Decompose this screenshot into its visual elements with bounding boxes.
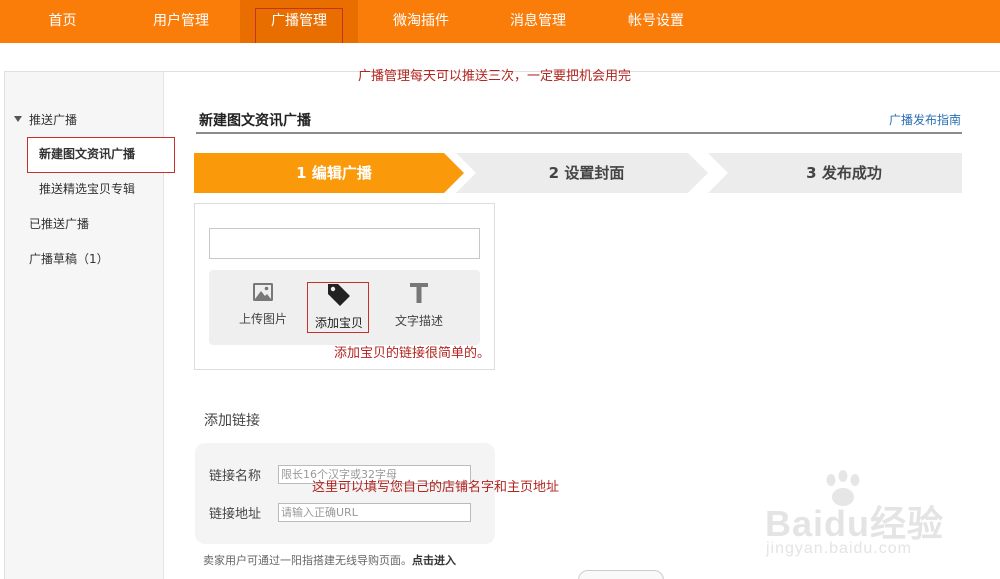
broadcast-title-input[interactable] [209, 228, 480, 259]
sidebar-item-pushed[interactable]: 已推送广播 [29, 215, 89, 232]
sidebar-item-drafts[interactable]: 广播草稿（1） [29, 250, 109, 267]
link-url-label: 链接地址 [209, 507, 262, 522]
text-description-label: 文字描述 [394, 314, 443, 328]
nav-item-user-management[interactable]: 用户管理 [140, 0, 222, 43]
bottom-toggle[interactable] [578, 570, 664, 579]
watermark-url: jingyan.baidu.com [766, 540, 912, 557]
nav-item-account-settings[interactable]: 帐号设置 [615, 0, 697, 43]
add-item-label: 添加宝贝 [314, 316, 363, 330]
link-url-input[interactable] [278, 503, 471, 522]
text-icon [410, 283, 428, 303]
add-item-button[interactable]: 添加宝贝 [309, 282, 369, 331]
annotation-top: 广播管理每天可以推送三次，一定要把机会用完 [358, 69, 632, 84]
text-description-button[interactable]: 文字描述 [389, 282, 449, 329]
sidebar-item-new-broadcast[interactable]: 新建图文资讯广播 [27, 137, 175, 173]
nav-item-broadcast-management[interactable]: 广播管理 [240, 0, 358, 43]
footer-note-text: 卖家用户可通过一阳指搭建无线导购页面。 [203, 554, 412, 567]
annotation-link-fields: 这里可以填写您自己的店铺名字和主页地址 [312, 480, 560, 495]
upload-image-label: 上传图片 [238, 312, 287, 326]
step-indicator: 1 编辑广播 2 设置封面 3 发布成功 [194, 153, 962, 193]
step-2: 2 设置封面 [548, 164, 625, 182]
nav-item-home[interactable]: 首页 [25, 0, 100, 43]
broadcast-guide-link[interactable]: 广播发布指南 [889, 111, 961, 128]
footer-enter-link[interactable]: 点击进入 [412, 554, 456, 567]
image-icon [253, 283, 273, 301]
sidebar-group-push-broadcast[interactable]: 推送广播 [29, 111, 77, 128]
footer-note: 卖家用户可通过一阳指搭建无线导购页面。点击进入 [203, 552, 456, 568]
link-name-label: 链接名称 [209, 469, 262, 484]
page-title: 新建图文资讯广播 [199, 113, 311, 129]
top-nav-bar: 首页 用户管理 广播管理 微淘插件 消息管理 帐号设置 [0, 0, 1000, 43]
step-1: 1 编辑广播 [296, 164, 372, 182]
title-divider [196, 132, 962, 134]
upload-image-button[interactable]: 上传图片 [233, 282, 293, 327]
step-3: 3 发布成功 [806, 164, 882, 182]
tag-icon [328, 284, 350, 306]
add-link-title: 添加链接 [204, 413, 260, 429]
annotation-add-item: 添加宝贝的链接很简单的。 [334, 346, 491, 361]
sidebar-item-push-album[interactable]: 推送精选宝贝专辑 [39, 180, 135, 197]
nav-item-message-management[interactable]: 消息管理 [497, 0, 579, 43]
nav-item-weitao-plugin[interactable]: 微淘插件 [380, 0, 462, 43]
caret-down-icon[interactable] [14, 116, 22, 122]
